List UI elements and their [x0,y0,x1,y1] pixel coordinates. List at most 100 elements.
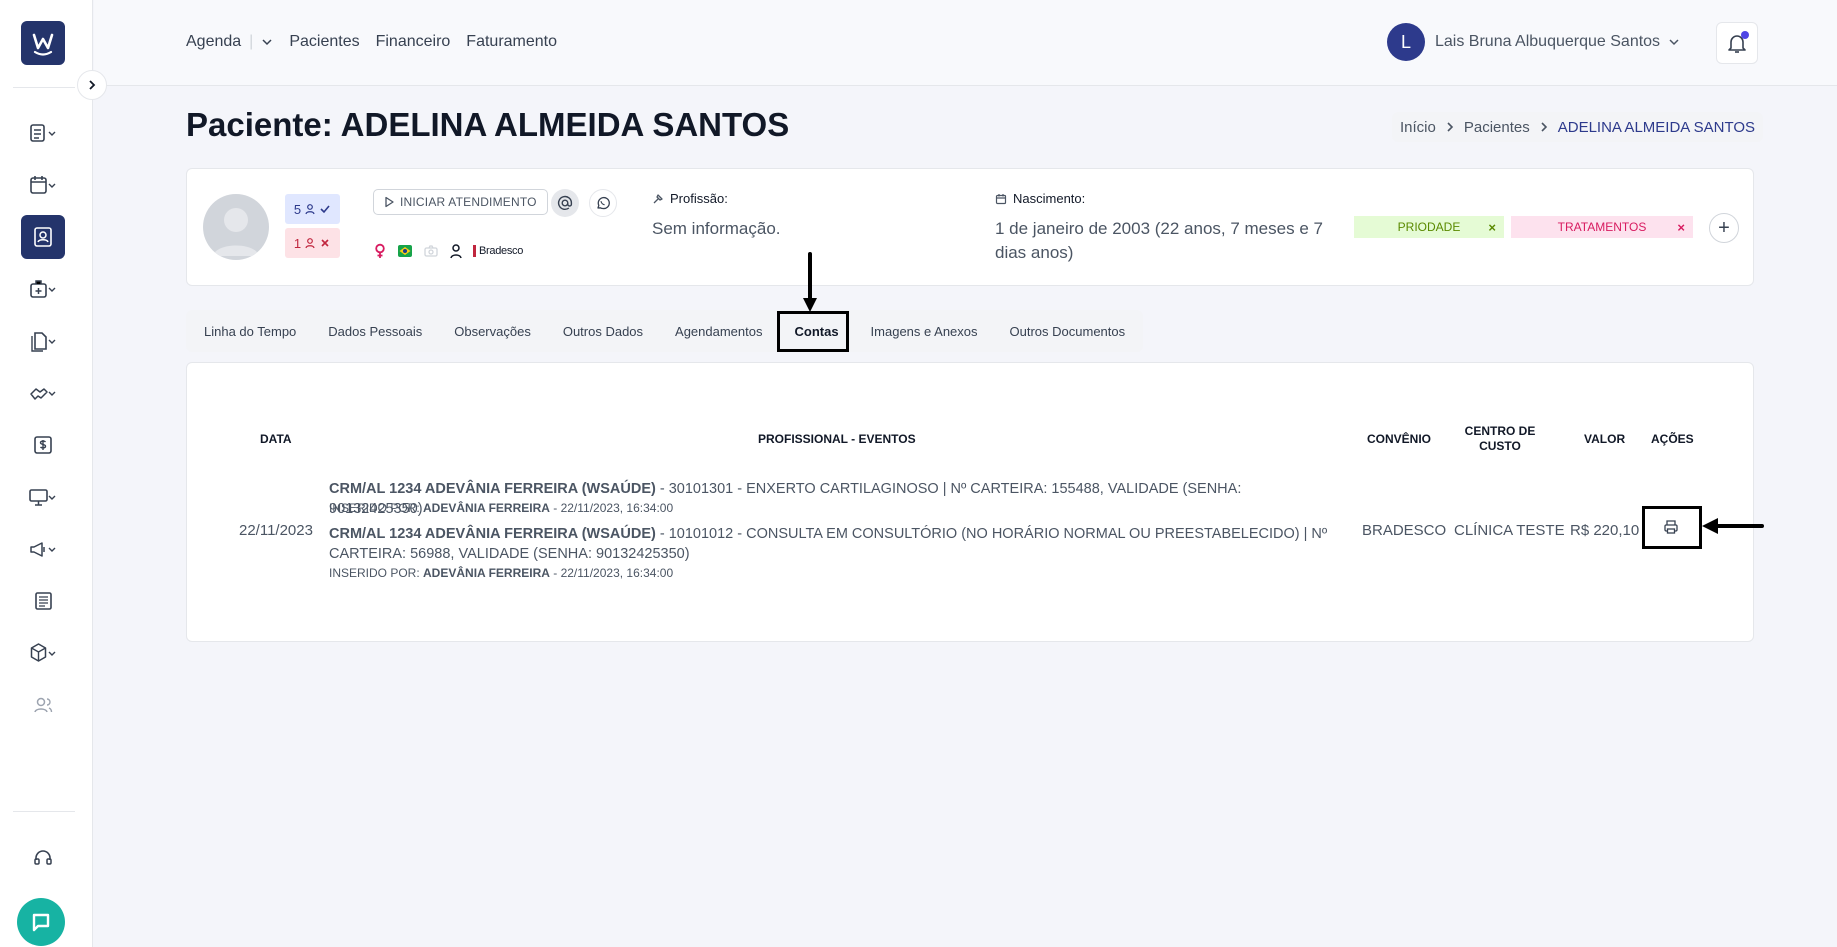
box-icon [30,643,56,662]
sidebar-item-reports[interactable] [21,579,65,623]
sidebar-item-support[interactable] [21,836,65,880]
tab-outros-documentos[interactable]: Outros Documentos [994,310,1142,352]
patient-info-icons: Bradesco [373,243,523,259]
user-name: Lais Bruna Albuquerque Santos [1435,33,1661,50]
arrow-left-icon [1702,518,1764,534]
chevron-right-icon [1447,122,1453,132]
profession-value: Sem informação. [652,219,781,238]
start-attendance-button[interactable]: INICIAR ATENDIMENTO [373,189,548,215]
user-icon [450,244,462,259]
sidebar-item-marketing[interactable] [21,527,65,571]
accounts-panel: DATA PROFISSIONAL - EVENTOS CONVÊNIO CEN… [186,362,1754,642]
sidebar-item-patients[interactable] [21,215,65,259]
tag-label: PRIODADE [1397,220,1461,234]
breadcrumb-current: ADELINA ALMEIDA SANTOS [1557,118,1756,136]
column-header-actions: AÇÕES [1651,432,1694,446]
column-header-insurance: CONVÊNIO [1367,432,1432,446]
newspaper-icon [35,592,52,610]
add-tag-button[interactable]: + [1709,213,1739,243]
event-1-professional: CRM/AL 1234 ADEVÂNIA FERREIRA (WSAÚDE) [329,481,656,497]
sidebar-item-documents[interactable] [21,319,65,363]
profession-label-wrap: Profissão: [652,191,728,206]
column-header-cost-center: CENTRO DE CUSTO [1463,424,1537,454]
sidebar-item-records[interactable] [21,111,65,155]
user-icon [305,204,315,215]
column-header-date: DATA [260,432,292,446]
sidebar-item-procedures[interactable] [21,371,65,415]
row-date: 22/11/2023 [239,522,313,539]
sidebar-item-users[interactable] [21,683,65,727]
event-2-line-1: CRM/AL 1234 ADEVÂNIA FERREIRA (WSAÚDE) -… [329,524,1329,544]
top-bar: Agenda | Pacientes Financeiro Faturament… [94,0,1837,86]
event-2-professional: CRM/AL 1234 ADEVÂNIA FERREIRA (WSAÚDE) [329,526,656,542]
event-2-inserted-by: ADEVÂNIA FERREIRA [423,566,550,580]
column-header-cost-center-line-1: CENTRO DE [1464,424,1536,438]
sidebar-item-telemedicine[interactable] [21,475,65,519]
tag-label: TRATAMENTOS [1557,220,1647,234]
nav-separator: | [249,33,254,50]
handshake-icon [30,388,56,400]
list-icon [30,124,56,142]
avatar: L [1387,23,1425,61]
event-1-inserted-label: INSERIDO POR: [329,501,424,515]
event-2-description: - 10101012 - CONSULTA EM CONSULTÓRIO (NO… [655,526,1328,542]
birth-value-line-1: 1 de janeiro de 2003 (22 anos, 7 meses e… [995,219,1323,238]
whatsapp-button[interactable] [589,189,617,217]
calendar-icon [30,176,56,194]
breadcrumb-home[interactable]: Início [1400,119,1436,136]
event-2-inserted-label: INSERIDO POR: [329,566,424,580]
arrow-down-icon [803,252,817,312]
camera-off-icon [424,245,438,257]
birth-label-wrap: Nascimento: [995,191,1085,206]
female-icon [375,243,385,258]
nav-pacientes[interactable]: Pacientes [289,33,359,51]
nav-faturamento[interactable]: Faturamento [466,33,557,51]
user-silhouette-icon [213,208,259,256]
tab-observacoes[interactable]: Observações [438,310,547,352]
breadcrumb-pacientes[interactable]: Pacientes [1464,119,1530,136]
column-header-events: PROFISSIONAL - EVENTOS [758,432,916,446]
sidebar-toggle-button[interactable] [77,70,107,100]
patient-id-icon [34,227,52,247]
breadcrumb-separator [1539,121,1549,133]
patient-card: 5 1 INICIAR ATENDIMENTO Bradesco Profiss… [186,168,1754,286]
chat-launcher-button[interactable] [17,898,65,946]
present-count: 5 [293,201,302,217]
insurance-logo: Bradesco [473,245,523,257]
patient-photo[interactable] [203,194,269,260]
tab-dados-pessoais[interactable]: Dados Pessoais [312,310,438,352]
calendar-icon [995,193,1007,204]
email-button[interactable] [551,189,579,217]
main-nav: Agenda | Pacientes Financeiro Faturament… [186,33,573,51]
tag-remove-button[interactable]: × [1677,220,1685,235]
tab-agendamentos[interactable]: Agendamentos [659,310,778,352]
tab-outros-dados[interactable]: Outros Dados [547,310,659,352]
nav-agenda[interactable]: Agenda [186,33,241,51]
event-2-inserted-at: - 22/11/2023, 16:34:00 [549,566,674,580]
logo-icon [32,33,54,56]
notifications-button[interactable] [1716,22,1758,64]
check-icon [320,205,330,214]
sidebar-item-calendar[interactable] [21,163,65,207]
tab-imagens-e-anexos[interactable]: Imagens e Anexos [855,310,994,352]
sidebar-item-inventory[interactable] [21,631,65,675]
briefcase-medical-icon [30,280,56,298]
breadcrumb: Início Pacientes ADELINA ALMEIDA SANTOS [1392,112,1764,142]
sidebar-item-clinic[interactable] [21,267,65,311]
hammer-icon [653,193,663,203]
megaphone-icon [30,542,56,557]
x-icon [321,239,329,247]
brazil-flag-icon [398,245,412,257]
sidebar-item-finance[interactable] [21,423,65,467]
row-value: R$ 220,10 [1570,522,1640,539]
users-icon [34,697,53,713]
nav-financeiro[interactable]: Financeiro [376,33,451,51]
app-logo[interactable] [21,21,65,65]
tag-remove-button[interactable]: × [1488,220,1496,235]
absent-count: 1 [293,235,302,251]
user-menu[interactable]: L Lais Bruna Albuquerque Santos [1387,23,1680,61]
row-cost-center: CLÍNICA TESTE [1454,522,1565,539]
tab-linha-do-tempo[interactable]: Linha do Tempo [188,310,312,352]
tag-treatments: TRATAMENTOS × [1511,216,1693,238]
nav-agenda-dropdown[interactable] [261,36,273,48]
